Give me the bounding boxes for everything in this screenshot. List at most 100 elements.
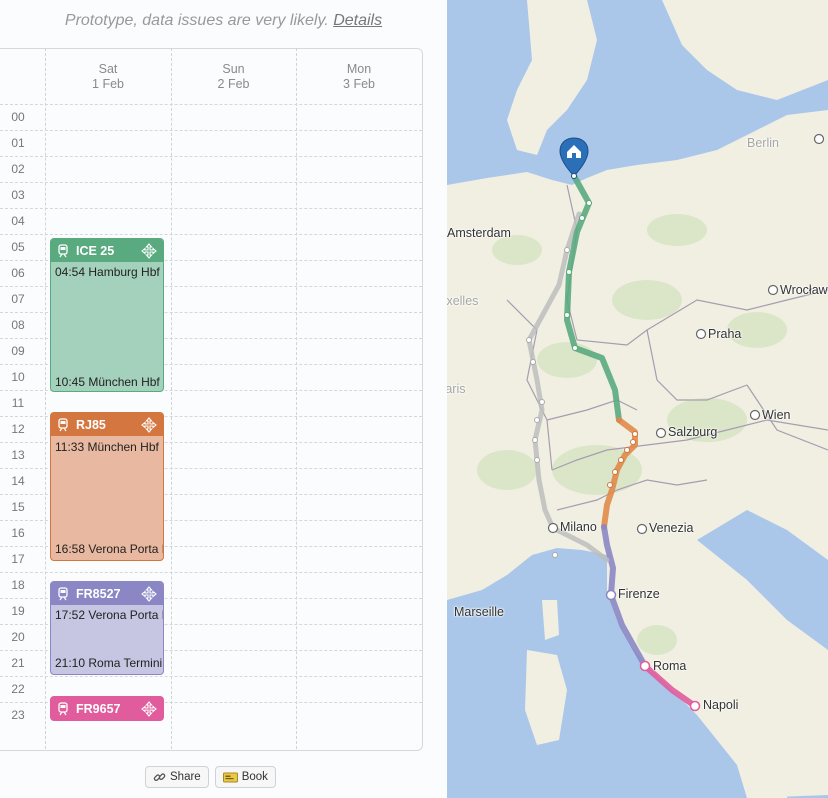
train-number: ICE 25 xyxy=(76,243,115,258)
book-button[interactable]: Book xyxy=(214,766,276,788)
segment-header: FR8527 xyxy=(51,582,163,605)
train-number: FR8527 xyxy=(76,586,121,601)
departure-time: 11:33 München Hbf xyxy=(55,440,159,454)
city-label-wien: Wien xyxy=(762,408,791,422)
link-icon xyxy=(153,772,166,781)
book-label: Book xyxy=(241,771,268,783)
day-date: 2 Feb xyxy=(217,77,250,91)
hour-gridline xyxy=(0,104,422,105)
city-label-wrocław: Wrocław xyxy=(780,283,828,297)
train-number: FR9657 xyxy=(76,701,121,716)
day-weekday: Mon xyxy=(346,62,372,76)
city-dot-firenze xyxy=(605,589,617,601)
segment-header: FR9657 xyxy=(51,697,163,720)
move-icon[interactable] xyxy=(141,417,157,433)
departure-time: 17:52 Verona Porta Nuova xyxy=(55,608,163,622)
city-label-bruxelles: Bruxelles xyxy=(447,294,479,308)
hour-label: 08 xyxy=(11,318,25,332)
departure-time: 04:54 Hamburg Hbf xyxy=(55,265,160,279)
hour-label: 01 xyxy=(11,136,25,150)
hour-gridline xyxy=(0,676,422,677)
hour-label: 11 xyxy=(11,396,25,410)
route-map[interactable]: Amsterdam Bruxelles Berlin Paris Praha Wrocła… xyxy=(447,0,828,798)
hour-label: 03 xyxy=(11,188,25,202)
home-marker-icon xyxy=(559,137,589,179)
share-button[interactable]: Share xyxy=(145,766,209,788)
city-label-milano: Milano xyxy=(560,520,597,534)
land-island-sardinia xyxy=(525,650,567,745)
move-icon[interactable] xyxy=(141,586,157,602)
hour-label: 02 xyxy=(11,162,25,176)
arrival-time: 21:10 Roma Termini xyxy=(55,656,163,670)
ticket-icon xyxy=(222,772,238,782)
move-icon[interactable] xyxy=(141,701,157,717)
action-bar: Share Book xyxy=(145,766,276,788)
hour-label: 05 xyxy=(11,240,25,254)
city-label-marseille: Marseille xyxy=(454,605,505,619)
day-date: 3 Feb xyxy=(343,77,375,91)
city-label-venezia: Venezia xyxy=(649,521,694,535)
city-label-berlin: Berlin xyxy=(747,136,779,150)
trip-segment-rj85[interactable]: RJ85 11:33 München Hbf 16:58 Verona Port… xyxy=(50,412,164,561)
land-sweden xyxy=(662,0,828,100)
hour-label: 23 xyxy=(11,708,25,722)
land-denmark xyxy=(507,0,597,155)
day-header-sat: Sat 1 Feb xyxy=(45,62,171,92)
hour-label: 09 xyxy=(11,344,25,358)
arrival-time: 10:45 München Hbf xyxy=(55,375,160,389)
details-link[interactable]: Details xyxy=(333,12,382,29)
land-island-corsica xyxy=(542,600,559,640)
share-label: Share xyxy=(170,771,201,783)
train-icon xyxy=(58,701,68,715)
city-label-praha: Praha xyxy=(708,327,742,341)
hour-gridline xyxy=(0,130,422,131)
segment-header: ICE 25 xyxy=(51,239,163,262)
trip-segment-ice25[interactable]: ICE 25 04:54 Hamburg Hbf 10:45 München H… xyxy=(50,238,164,392)
move-icon[interactable] xyxy=(141,243,157,259)
city-label-paris: Paris xyxy=(447,382,466,396)
hour-label: 06 xyxy=(11,266,25,280)
day-date: 1 Feb xyxy=(92,77,124,91)
hour-label: 13 xyxy=(11,448,25,462)
train-number: RJ85 xyxy=(76,417,106,432)
train-icon xyxy=(58,417,68,431)
hour-label: 16 xyxy=(11,526,25,540)
hour-label: 15 xyxy=(11,500,25,514)
hour-label: 20 xyxy=(11,630,25,644)
hour-label: 22 xyxy=(11,682,25,696)
city-label-firenze: Firenze xyxy=(618,587,660,601)
day-header-mon: Mon 3 Feb xyxy=(296,62,422,92)
notice-text: Prototype, data issues are very likely. xyxy=(64,12,329,29)
city-label-napoli: Napoli xyxy=(703,698,739,712)
arrival-time: 16:58 Verona Porta Nuova xyxy=(55,542,163,556)
map-canvas xyxy=(447,0,828,798)
hour-label: 10 xyxy=(11,370,25,384)
calendar-panel: Prototype, data issues are very likely. … xyxy=(0,0,447,798)
day-weekday: Sat xyxy=(98,62,118,76)
hour-label: 21 xyxy=(11,656,25,670)
hour-label: 12 xyxy=(11,422,25,436)
day-header-sun: Sun 2 Feb xyxy=(171,62,296,92)
trip-segment-fr8527[interactable]: FR8527 17:52 Verona Porta Nuova 21:10 Ro… xyxy=(50,581,164,675)
hour-gridline xyxy=(0,572,422,573)
train-icon xyxy=(58,243,68,257)
trip-segment-fr9657[interactable]: FR9657 xyxy=(50,696,164,721)
hour-label: 00 xyxy=(11,110,25,124)
city-label-roma: Roma xyxy=(653,659,687,673)
day-weekday: Sun xyxy=(222,62,245,76)
hour-label: 18 xyxy=(11,578,25,592)
day-divider xyxy=(171,48,172,749)
hour-gridline xyxy=(0,208,422,209)
hour-label: 14 xyxy=(11,474,25,488)
hour-label: 19 xyxy=(11,604,25,618)
prototype-notice: Prototype, data issues are very likely. … xyxy=(0,12,447,30)
hour-gridline xyxy=(0,182,422,183)
hour-label: 04 xyxy=(11,214,25,228)
day-divider xyxy=(45,48,46,749)
hour-label: 17 xyxy=(11,552,25,566)
train-icon xyxy=(58,586,68,600)
segment-header: RJ85 xyxy=(51,413,163,436)
city-label-amsterdam: Amsterdam xyxy=(447,226,511,240)
hour-gridline xyxy=(0,156,422,157)
day-divider xyxy=(296,48,297,749)
